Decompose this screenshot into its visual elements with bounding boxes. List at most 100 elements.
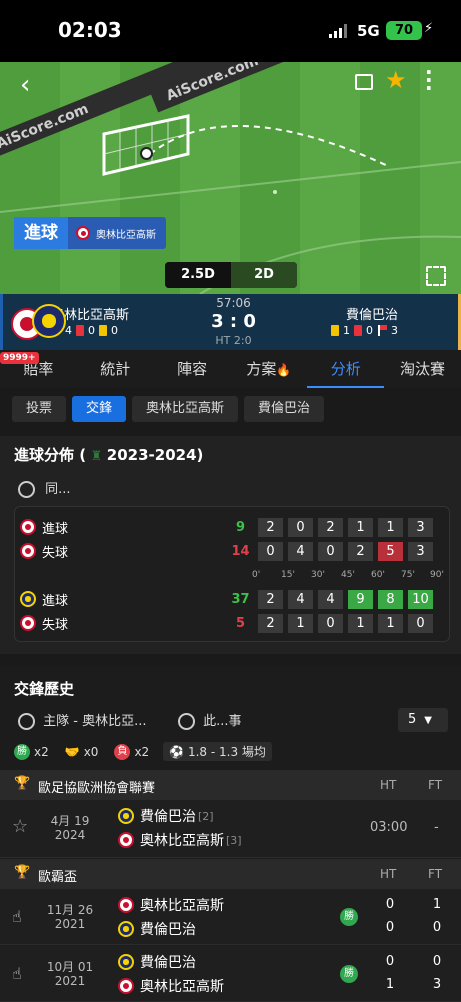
filter-label: 同... <box>45 482 71 497</box>
team-crest-icon <box>118 808 134 824</box>
team-crest-icon <box>20 615 36 631</box>
same-event-filter[interactable]: 此...事 <box>178 710 242 730</box>
distribution-row: 失球 <box>20 540 68 562</box>
tab-analysis[interactable]: 分析 <box>307 350 385 388</box>
distribution-cell: 0 <box>318 614 343 633</box>
status-bar: 02:03 5G 70 ⚡ <box>0 0 461 62</box>
tab-knockout[interactable]: 淘汰賽 <box>384 350 461 388</box>
radio-button[interactable] <box>18 481 35 498</box>
ball-icon <box>140 147 153 160</box>
subtab-h2h[interactable]: 交鋒 <box>72 396 127 422</box>
ft-column-label: FT <box>428 867 443 881</box>
status-time: 02:03 <box>58 18 122 42</box>
team-crest-icon <box>118 954 134 970</box>
team-crest-icon <box>76 226 90 240</box>
team-1: 費倫巴治 [2] <box>118 806 214 826</box>
favorite-star-icon[interactable]: ★ <box>385 66 407 94</box>
match-year: 2021 <box>54 917 86 931</box>
distribution-cell: 0 <box>318 542 343 561</box>
time-tick-label: 45' <box>341 570 355 580</box>
distribution-cell: 2 <box>258 590 283 609</box>
row-label: 進球 <box>42 521 69 537</box>
h2h-section: 交鋒歷史 主隊 - 奧林比亞... 此...事 5 ▼ 勝 x2 🤝 x0 負 x… <box>0 666 461 1002</box>
more-icon[interactable]: · · · <box>425 62 433 98</box>
ht-score-2: 0 <box>385 920 395 935</box>
match-count-value: 5 <box>408 712 417 727</box>
match-year: 2021 <box>54 974 86 988</box>
ft-score-1: 0 <box>432 954 442 969</box>
home-only-filter[interactable]: 主隊 - 奧林比亞... <box>18 710 147 730</box>
draw-count: x0 <box>83 744 99 759</box>
tap-icon[interactable]: ☝ <box>12 907 22 926</box>
same-event-label: 此...事 <box>203 714 242 729</box>
goal-distribution-title: 進球分佈 ( ♜ 2023-2024) <box>14 444 203 465</box>
distribution-cell: 4 <box>288 590 313 609</box>
fullscreen-icon[interactable] <box>426 266 446 286</box>
team-2: 費倫巴治 <box>118 919 196 939</box>
back-icon[interactable]: ‹ <box>20 70 30 100</box>
distribution-cell: 1 <box>378 518 403 537</box>
kickoff-time: 03:00 <box>370 820 408 835</box>
away-stats: 1 0 3 <box>331 324 398 337</box>
time-tick-label: 30' <box>311 570 325 580</box>
goal-distribution-section: 進球分佈 ( ♜ 2023-2024) 同... 進球 9 2 0 2 1 1 3 失球 14 0 4… <box>0 436 461 654</box>
goal-event-label: 進球 <box>14 217 68 249</box>
distribution-cell: 4 <box>288 542 313 561</box>
subtab-home-team[interactable]: 奧林比亞高斯 <box>132 396 239 422</box>
analysis-subtabs: 投票 交鋒 奧林比亞高斯 費倫巴治 <box>0 388 461 432</box>
time-tick-label: 75' <box>401 570 415 580</box>
radio-button[interactable] <box>18 713 35 730</box>
away-yellow-cards: 1 <box>343 324 350 337</box>
team-1: 費倫巴治 <box>118 952 196 972</box>
trophy-icon: 🏆 <box>14 776 31 791</box>
time-tick-label: 0' <box>252 570 261 580</box>
star-icon[interactable]: ☆ <box>12 816 28 837</box>
view-2-5d-button[interactable]: 2.5D <box>165 262 231 288</box>
match-row[interactable]: ☝ 10月 01 2021 費倫巴治 奧林比亞高斯 勝 0 1 0 3 <box>0 946 461 1002</box>
row-label: 進球 <box>42 593 69 609</box>
chevron-down-icon: ▼ <box>424 715 432 726</box>
trophy-icon: ♜ <box>86 449 107 464</box>
view-2d-button[interactable]: 2D <box>231 262 297 288</box>
distribution-cell: 5 <box>378 542 403 561</box>
tab-stats[interactable]: 統計 <box>77 350 154 388</box>
distribution-cell: 0 <box>258 542 283 561</box>
competition-header: 🏆 歐霸盃 HT FT <box>0 859 461 889</box>
same-competition-filter[interactable]: 同... <box>18 478 71 498</box>
subtab-away-team[interactable]: 費倫巴治 <box>244 396 325 422</box>
team-1-name: 奧林比亞高斯 <box>140 898 224 914</box>
ht-score-1: 0 <box>385 897 395 912</box>
yellow-card-icon <box>331 325 339 336</box>
red-card-icon <box>354 325 362 336</box>
competition-header: 🏆 歐足協歐洲協會聯賽 HT FT <box>0 770 461 800</box>
ht-score-1: 0 <box>385 954 395 969</box>
tab-tips[interactable]: 方案🔥 <box>230 350 307 388</box>
away-crest-icon <box>32 304 67 338</box>
tab-lineup[interactable]: 陣容 <box>154 350 231 388</box>
view-toggle[interactable]: 2.5D 2D <box>165 262 297 288</box>
distribution-cell: 1 <box>348 614 373 633</box>
distribution-cell: 4 <box>318 590 343 609</box>
distribution-cell: 3 <box>408 542 433 561</box>
away-corners: 3 <box>391 324 398 337</box>
radio-button[interactable] <box>178 713 195 730</box>
distribution-cell: 9 <box>348 590 373 609</box>
time-tick-label: 15' <box>281 570 295 580</box>
mini-view-icon[interactable] <box>355 74 373 90</box>
loss-count: x2 <box>134 744 150 759</box>
subtab-vote[interactable]: 投票 <box>12 396 67 422</box>
match-row[interactable]: ☆ 4月 19 2024 費倫巴治 [2] 奧林比亞高斯 [3] 03:00 - <box>0 800 461 858</box>
tap-icon[interactable]: ☝ <box>12 964 22 983</box>
ht-column-label: HT <box>380 867 397 881</box>
goal-distribution-season: 2023-2024) <box>106 446 204 464</box>
match-count-select[interactable]: 5 ▼ <box>398 708 448 732</box>
distribution-row: 進球 <box>20 588 68 610</box>
goal-distribution-title-text: 進球分佈 ( <box>14 446 87 464</box>
match-row[interactable]: ☝ 11月 26 2021 奧林比亞高斯 費倫巴治 勝 0 0 1 0 <box>0 889 461 945</box>
goal-event-box: 進球 奧林比亞高斯 <box>14 217 166 249</box>
team-crest-icon <box>118 832 134 848</box>
ft-score-2: 0 <box>432 920 442 935</box>
competition-name: 歐足協歐洲協會聯賽 <box>38 781 156 796</box>
row-label: 失球 <box>42 545 69 561</box>
distribution-cell: 0 <box>288 518 313 537</box>
